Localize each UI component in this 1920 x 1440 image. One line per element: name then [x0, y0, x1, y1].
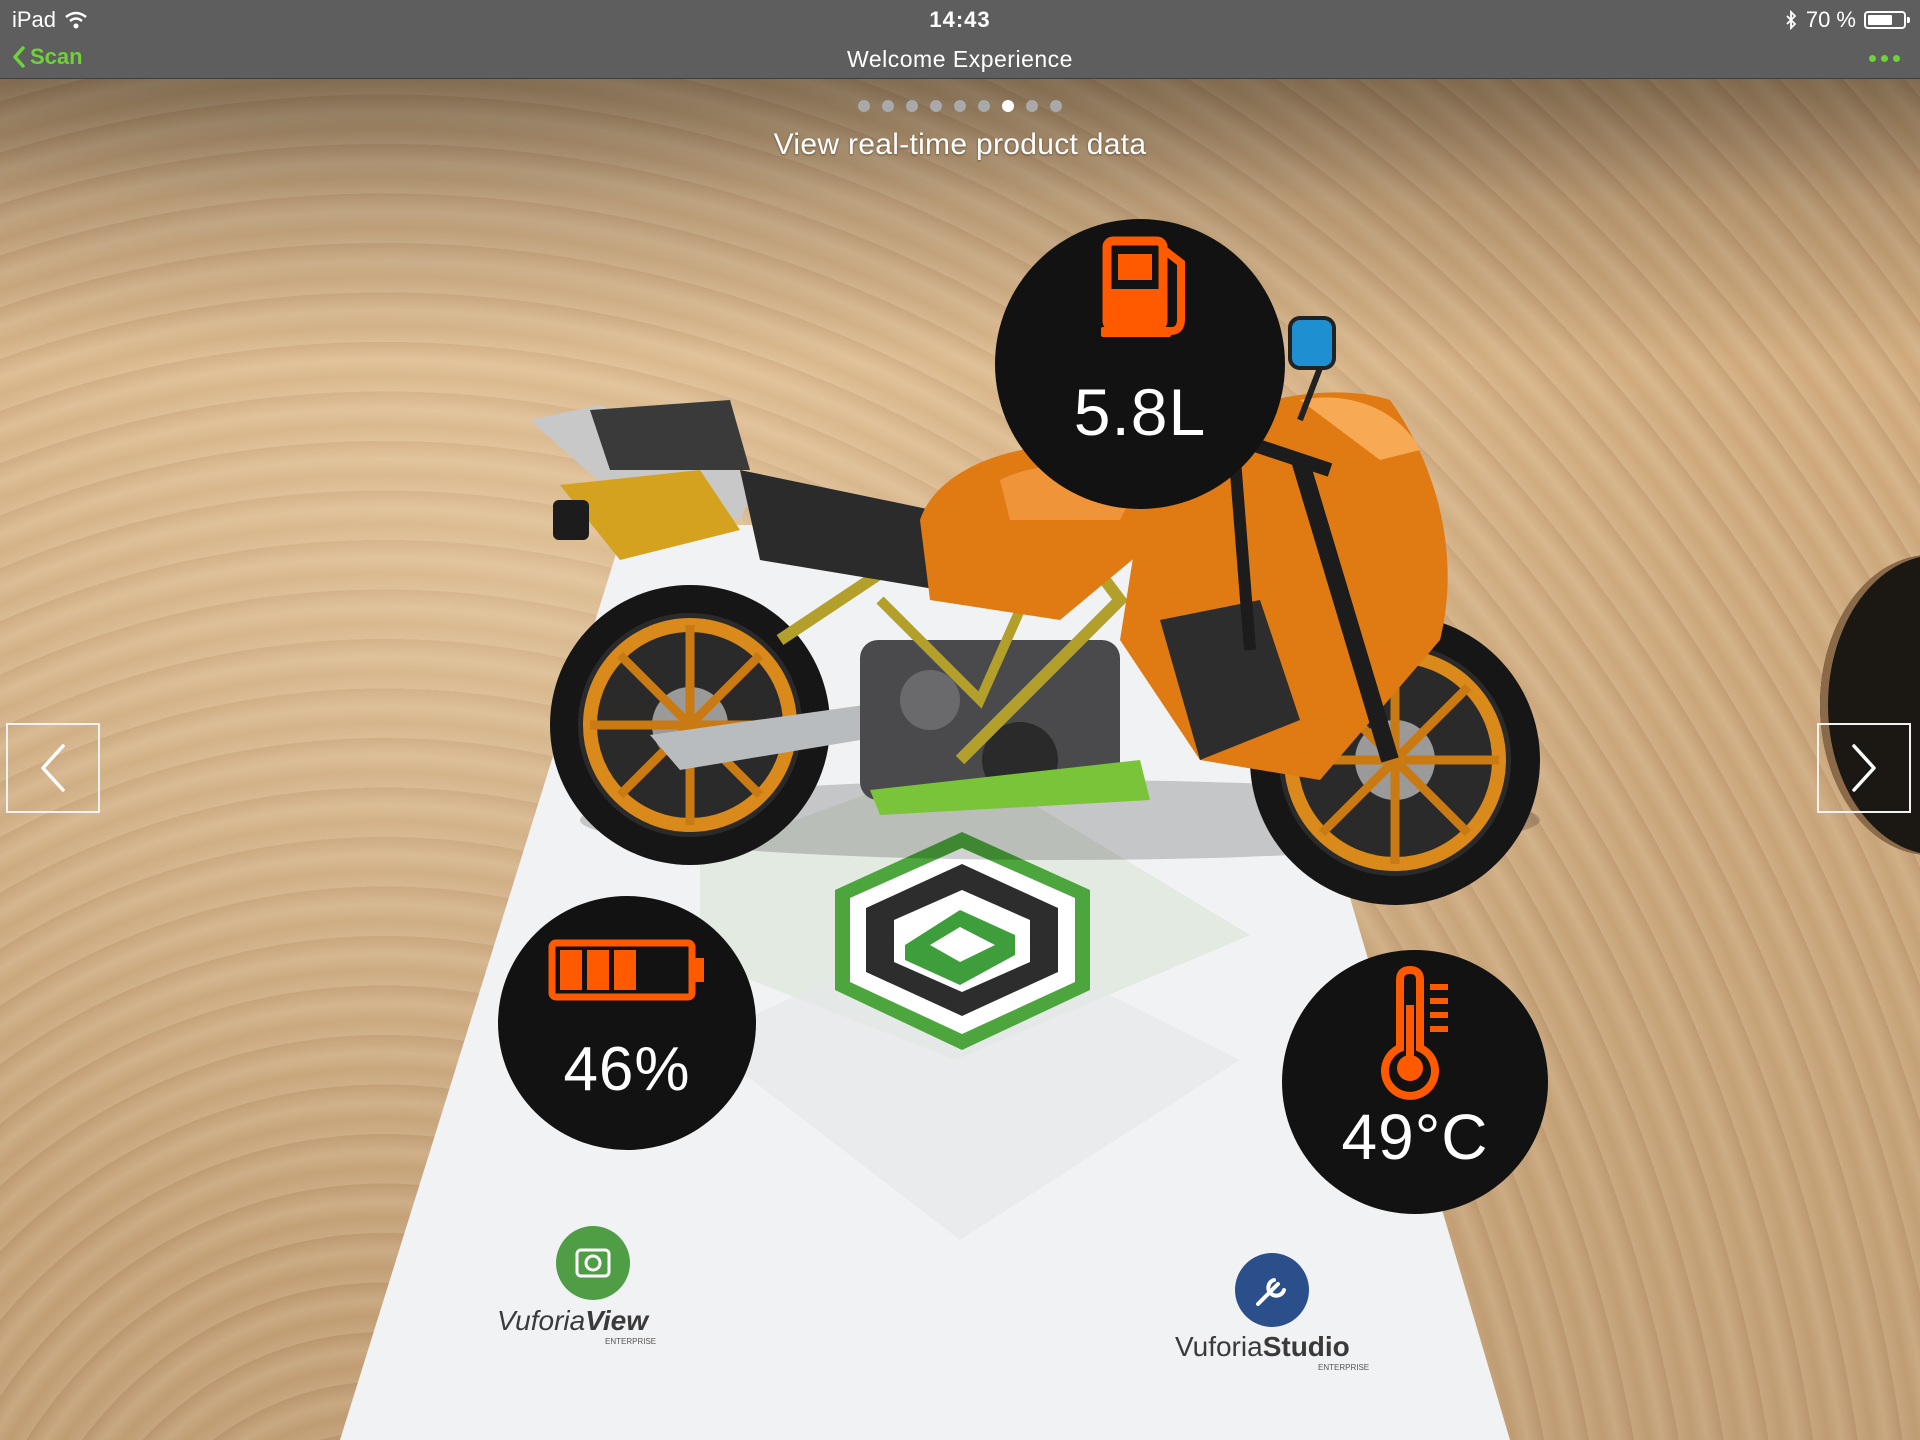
- motorcycle-3d-model[interactable]: [0, 0, 1920, 1440]
- bluetooth-icon: [1786, 10, 1797, 30]
- page-dot[interactable]: [882, 100, 894, 112]
- next-button[interactable]: [1817, 723, 1911, 813]
- page-dot[interactable]: [930, 100, 942, 112]
- page-indicator[interactable]: [0, 100, 1920, 112]
- chevron-right-icon: [1852, 744, 1876, 792]
- page-dot[interactable]: [858, 100, 870, 112]
- more-options-button[interactable]: [1869, 55, 1900, 62]
- battery-gauge[interactable]: 46%: [498, 896, 756, 1150]
- page-dot[interactable]: [1026, 100, 1038, 112]
- battery-percent: 70 %: [1805, 7, 1856, 32]
- page-dot[interactable]: [1050, 100, 1062, 112]
- temperature-gauge[interactable]: 49°C: [1282, 950, 1548, 1214]
- ar-camera-view: VuforiaView ENTERPRISE VuforiaStudio ENT…: [0, 0, 1920, 1440]
- ellipsis-icon: [1869, 55, 1876, 62]
- status-bar: iPad 14:43 70 %: [0, 0, 1920, 38]
- fuel-pump-icon: [1101, 236, 1185, 337]
- page-dot[interactable]: [954, 100, 966, 112]
- page-dot[interactable]: [1002, 100, 1014, 112]
- step-title: View real-time product data: [773, 128, 1147, 161]
- fuel-gauge[interactable]: 5.8L: [995, 219, 1285, 509]
- temperature-value: 49°C: [1341, 1101, 1489, 1173]
- battery-value: 46%: [563, 1035, 691, 1104]
- page-dot[interactable]: [906, 100, 918, 112]
- chevron-left-icon: [41, 744, 65, 792]
- page-title: Welcome Experience: [847, 46, 1073, 72]
- fuel-value: 5.8L: [1073, 375, 1207, 449]
- navigation-bar: Scan Welcome Experience: [0, 38, 1920, 79]
- battery-icon: [548, 939, 704, 1001]
- thermometer-icon: [1381, 965, 1448, 1100]
- status-battery-icon: [1864, 11, 1910, 29]
- page-dot[interactable]: [978, 100, 990, 112]
- previous-button[interactable]: [6, 723, 100, 813]
- clock: 14:43: [929, 7, 991, 32]
